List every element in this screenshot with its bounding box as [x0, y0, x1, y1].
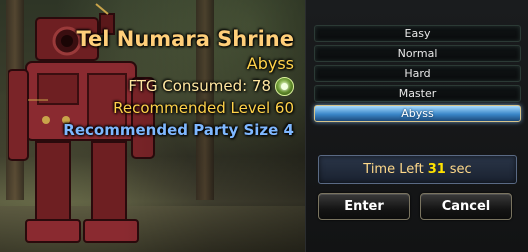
cancel-button[interactable]: Cancel: [420, 193, 512, 220]
dungeon-entry-panel: Easy Normal Hard Master Abyss Time Left …: [305, 0, 528, 252]
time-left-box: Time Left 31 sec: [318, 155, 517, 184]
difficulty-option-master[interactable]: Master: [314, 85, 521, 102]
recommended-level: Recommended Level 60: [113, 99, 294, 117]
ftg-consumed: FTG Consumed: 78: [63, 75, 294, 97]
time-left-value: 31: [427, 162, 446, 177]
fatigue-orb-icon: [275, 76, 294, 96]
ftg-consumed-text: FTG Consumed: 78: [128, 77, 271, 95]
difficulty-option-abyss[interactable]: Abyss: [314, 105, 521, 122]
dungeon-title: Tel Numara Shrine: [76, 27, 294, 51]
difficulty-option-normal[interactable]: Normal: [314, 45, 521, 62]
dungeon-info: Tel Numara Shrine Abyss FTG Consumed: 78…: [63, 26, 294, 141]
recommended-party-size: Recommended Party Size 4: [63, 121, 294, 139]
time-left-unit: sec: [449, 162, 472, 177]
time-left-label: Time Left: [363, 162, 424, 177]
difficulty-option-easy[interactable]: Easy: [314, 25, 521, 42]
selected-difficulty-label: Abyss: [246, 54, 294, 73]
difficulty-list: Easy Normal Hard Master Abyss: [314, 25, 521, 125]
enter-button[interactable]: Enter: [318, 193, 410, 220]
difficulty-option-hard[interactable]: Hard: [314, 65, 521, 82]
